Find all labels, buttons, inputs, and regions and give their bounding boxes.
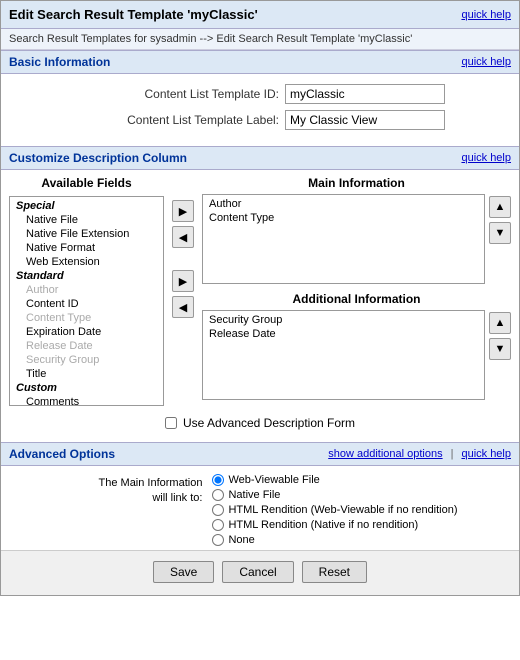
template-id-input[interactable] <box>285 84 445 104</box>
basic-info-title: Basic Information <box>9 55 110 69</box>
template-label-label: Content List Template Label: <box>75 113 285 127</box>
customize-section-header: Customize Description Column quick help <box>1 146 519 170</box>
radio-html-web-input[interactable] <box>212 504 224 516</box>
customize-title: Customize Description Column <box>9 151 187 165</box>
breadcrumb: Search Result Templates for sysadmin -->… <box>1 29 519 50</box>
main-arrow-col: ▶ ◀ ▶ ◀ <box>172 176 194 318</box>
template-label-row: Content List Template Label: <box>9 110 511 130</box>
available-fields-title: Available Fields <box>41 176 131 190</box>
radio-web-viewable-input[interactable] <box>212 474 224 486</box>
list-item: Native Format <box>14 241 159 255</box>
list-item: Security Group <box>207 313 480 327</box>
list-item: Custom <box>14 381 159 395</box>
list-item: Content Type <box>207 211 480 225</box>
header-quick-help[interactable]: quick help <box>461 9 511 21</box>
list-item: Comments <box>14 395 159 406</box>
list-item: Release Date <box>207 327 480 341</box>
list-item: Content ID <box>14 297 159 311</box>
additional-info-section: Additional Information Security Group Re… <box>202 292 511 408</box>
radio-html-native[interactable]: HTML Rendition (Native if no rendition) <box>212 519 457 531</box>
list-item: Native File Extension <box>14 227 159 241</box>
advanced-form-checkbox[interactable] <box>165 417 177 429</box>
cancel-button[interactable]: Cancel <box>222 561 293 583</box>
advanced-links: show additional options | quick help <box>328 448 511 460</box>
list-item: Special <box>14 199 159 213</box>
main-info-wrapper: Author Content Type ▲ ▼ <box>202 194 511 284</box>
page-header: Edit Search Result Template 'myClassic' … <box>1 1 519 29</box>
list-item: Expiration Date <box>14 325 159 339</box>
list-item: Content Type <box>14 311 159 325</box>
radio-html-native-label: HTML Rendition (Native if no rendition) <box>228 519 418 531</box>
advanced-form-checkbox-row: Use Advanced Description Form <box>9 416 511 430</box>
customize-quick-help[interactable]: quick help <box>461 152 511 164</box>
additional-info-up-btn[interactable]: ▲ <box>489 312 511 334</box>
template-label-input[interactable] <box>285 110 445 130</box>
customize-section: Available Fields Special Native File Nat… <box>1 170 519 442</box>
footer-buttons: Save Cancel Reset <box>1 550 519 595</box>
main-info-down-btn[interactable]: ▼ <box>489 222 511 244</box>
radio-html-native-input[interactable] <box>212 519 224 531</box>
basic-info-section-header: Basic Information quick help <box>1 50 519 74</box>
list-item: Native File <box>14 213 159 227</box>
reset-button[interactable]: Reset <box>302 561 367 583</box>
basic-info-quick-help[interactable]: quick help <box>461 56 511 68</box>
page-title: Edit Search Result Template 'myClassic' <box>9 7 258 22</box>
add-to-main-btn[interactable]: ▶ <box>172 200 194 222</box>
advanced-form-checkbox-label: Use Advanced Description Form <box>183 416 355 430</box>
template-id-row: Content List Template ID: <box>9 84 511 104</box>
list-item: Author <box>207 197 480 211</box>
list-item: Security Group <box>14 353 159 367</box>
radio-native-file[interactable]: Native File <box>212 489 457 501</box>
radio-html-web-label: HTML Rendition (Web-Viewable if no rendi… <box>228 504 457 516</box>
link-divider: | <box>451 448 454 460</box>
list-item: Web Extension <box>14 255 159 269</box>
list-item: Standard <box>14 269 159 283</box>
remove-from-additional-btn[interactable]: ◀ <box>172 296 194 318</box>
main-info-title: Main Information <box>202 176 511 190</box>
radio-html-web[interactable]: HTML Rendition (Web-Viewable if no rendi… <box>212 504 457 516</box>
template-id-label: Content List Template ID: <box>75 87 285 101</box>
main-info-listbox[interactable]: Author Content Type <box>202 194 485 284</box>
list-item: Title <box>14 367 159 381</box>
radio-section: The Main Informationwill link to: Web-Vi… <box>1 466 519 550</box>
columns-wrapper: Available Fields Special Native File Nat… <box>9 176 511 408</box>
additional-info-wrapper: Security Group Release Date ▲ ▼ <box>202 310 511 400</box>
show-additional-link[interactable]: show additional options <box>328 448 442 460</box>
list-item: Author <box>14 283 159 297</box>
additional-info-up-down: ▲ ▼ <box>489 310 511 360</box>
advanced-options-title: Advanced Options <box>9 447 115 461</box>
advanced-quick-help[interactable]: quick help <box>461 448 511 460</box>
radio-web-viewable-label: Web-Viewable File <box>228 474 319 486</box>
available-fields-col: Available Fields Special Native File Nat… <box>9 176 164 406</box>
radio-native-file-label: Native File <box>228 489 280 501</box>
list-item: Release Date <box>14 339 159 353</box>
available-fields-listbox[interactable]: Special Native File Native File Extensio… <box>9 196 164 406</box>
radio-table: The Main Informationwill link to: Web-Vi… <box>9 474 511 546</box>
main-info-up-btn[interactable]: ▲ <box>489 196 511 218</box>
save-button[interactable]: Save <box>153 561 214 583</box>
radio-none[interactable]: None <box>212 534 457 546</box>
additional-info-title: Additional Information <box>202 292 511 306</box>
add-to-additional-btn[interactable]: ▶ <box>172 270 194 292</box>
radio-native-file-input[interactable] <box>212 489 224 501</box>
additional-info-listbox[interactable]: Security Group Release Date <box>202 310 485 400</box>
advanced-section-header: Advanced Options show additional options… <box>1 442 519 466</box>
radio-none-label: None <box>228 534 254 546</box>
main-info-up-down: ▲ ▼ <box>489 194 511 244</box>
radio-options: Web-Viewable File Native File HTML Rendi… <box>212 474 457 546</box>
main-info-section: Main Information Author Content Type ▲ ▼ <box>202 176 511 292</box>
remove-from-main-btn[interactable]: ◀ <box>172 226 194 248</box>
radio-none-input[interactable] <box>212 534 224 546</box>
right-col: Main Information Author Content Type ▲ ▼ <box>202 176 511 408</box>
basic-info-form: Content List Template ID: Content List T… <box>1 74 519 146</box>
radio-web-viewable[interactable]: Web-Viewable File <box>212 474 457 486</box>
link-to-label: The Main Informationwill link to: <box>62 474 202 507</box>
additional-info-down-btn[interactable]: ▼ <box>489 338 511 360</box>
